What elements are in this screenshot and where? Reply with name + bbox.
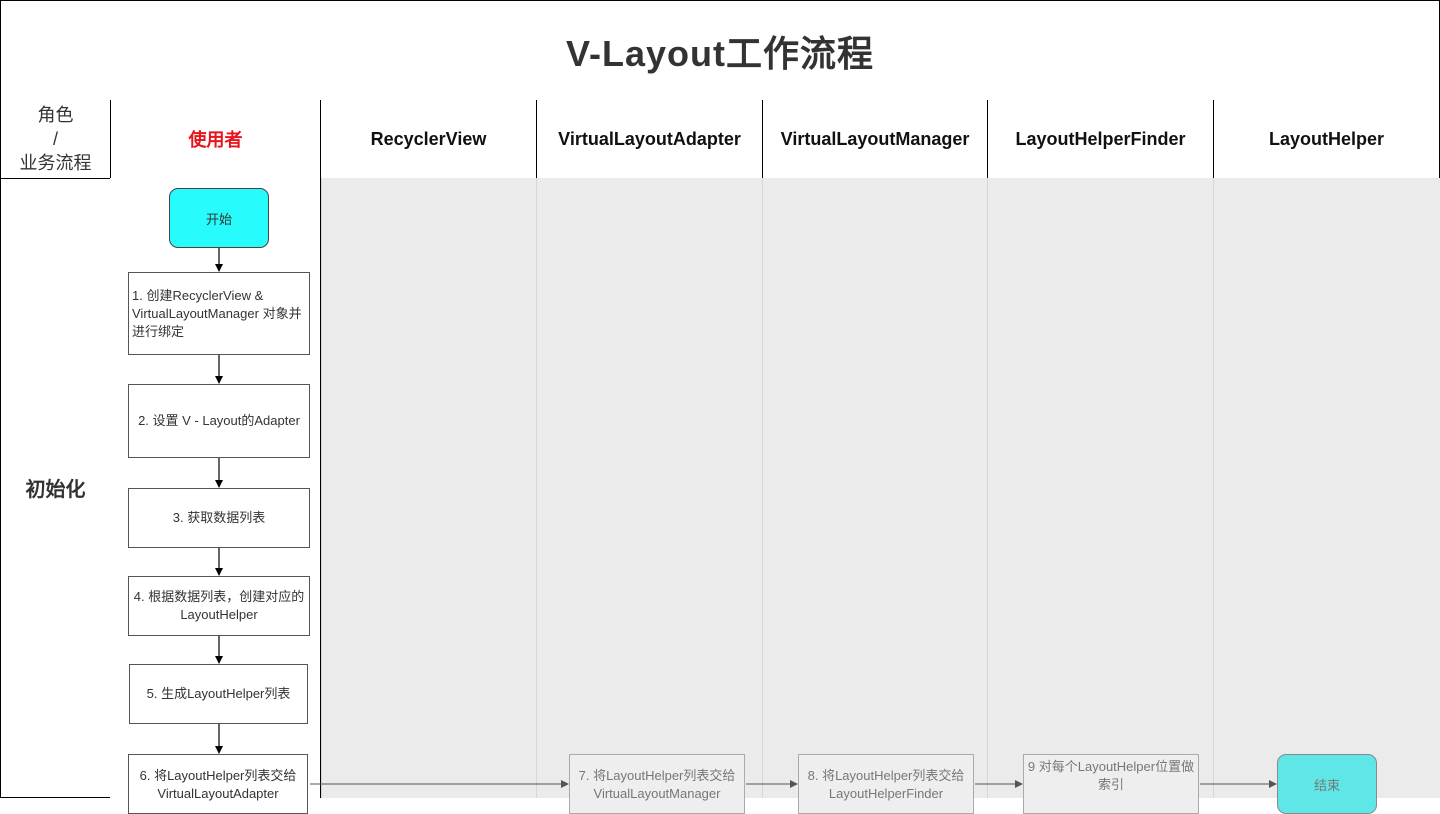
- start-node: 开始: [169, 188, 269, 248]
- step9-node: 9 对每个LayoutHelper位置做索引: [1023, 754, 1199, 814]
- lane-header-recyclerview: RecyclerView: [320, 100, 537, 179]
- corner-flow-label: 业务流程: [19, 153, 92, 173]
- step5-node: 5. 生成LayoutHelper列表: [129, 664, 308, 724]
- lane-header-layouthelperfinder: LayoutHelperFinder: [987, 100, 1214, 179]
- diagram-title-bar: V-Layout工作流程: [0, 0, 1440, 101]
- phase-label-cell: 初始化: [0, 178, 111, 798]
- end-node: 结束: [1277, 754, 1377, 814]
- lane-header-layouthelper: LayoutHelper: [1213, 100, 1440, 179]
- lane-header-virtuallayoutadapter: VirtualLayoutAdapter: [536, 100, 763, 179]
- lane-virtuallayoutmanager: [762, 178, 987, 798]
- step7-node: 7. 将LayoutHelper列表交给VirtualLayoutManager: [569, 754, 745, 814]
- step6-node: 6. 将LayoutHelper列表交给VirtualLayoutAdapter: [128, 754, 308, 814]
- step8-node: 8. 将LayoutHelper列表交给LayoutHelperFinder: [798, 754, 974, 814]
- diagram-title: V-Layout工作流程: [565, 32, 875, 74]
- lane-header-virtuallayoutmanager: VirtualLayoutManager: [762, 100, 988, 179]
- phase-label: 初始化: [25, 479, 86, 501]
- corner-role-label: 角色: [37, 105, 74, 125]
- step2-node: 2. 设置 V - Layout的Adapter: [128, 384, 310, 458]
- step3-node: 3. 获取数据列表: [128, 488, 310, 548]
- corner-header: 角色 / 业务流程: [0, 100, 111, 179]
- step1-node: 1. 创建RecyclerView & VirtualLayoutManager…: [128, 272, 310, 355]
- step4-node: 4. 根据数据列表，创建对应的LayoutHelper: [128, 576, 310, 636]
- lane-recyclerview: [321, 178, 536, 798]
- lane-header-user: 使用者: [110, 100, 321, 179]
- lane-layouthelper: [1213, 178, 1440, 798]
- lane-virtuallayoutadapter: [536, 178, 762, 798]
- lane-layouthelperfinder: [987, 178, 1213, 798]
- corner-slash: /: [52, 129, 58, 149]
